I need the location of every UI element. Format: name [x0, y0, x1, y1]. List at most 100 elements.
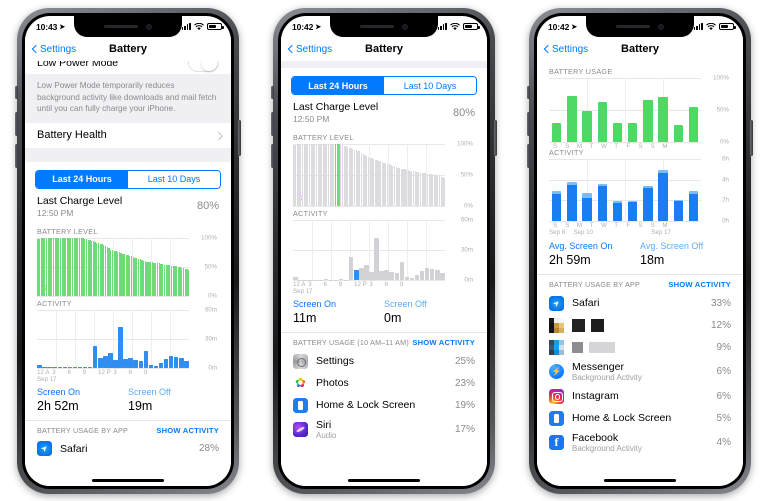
- activity-bar[interactable]: [424, 268, 430, 280]
- activity-chart[interactable]: 60m 30m 0m 12 A 3 6 9 12 P 3 6 9 Sep 17: [293, 217, 475, 295]
- low-power-mode-row[interactable]: Low Power Mode: [25, 61, 231, 74]
- app-usage-row[interactable]: Siri Audio 17%: [281, 416, 487, 443]
- volume-down-button[interactable]: [527, 144, 530, 168]
- app-usage-row[interactable]: Photos 23%: [281, 372, 487, 394]
- app-usage-row[interactable]: 12%: [537, 314, 743, 336]
- app-usage-row[interactable]: Home & Lock Screen 5%: [537, 407, 743, 429]
- show-activity-button[interactable]: SHOW ACTIVITY: [156, 426, 219, 435]
- app-usage-row[interactable]: Home & Lock Screen 19%: [281, 394, 487, 416]
- activity-bar[interactable]: [123, 359, 128, 368]
- activity-bar[interactable]: [184, 361, 189, 368]
- bar-slot[interactable]: [640, 78, 655, 142]
- activity-bar[interactable]: [118, 327, 123, 368]
- bar-slot[interactable]: [671, 78, 686, 142]
- volume-up-button[interactable]: [527, 112, 530, 136]
- app-usage-row[interactable]: Safari 28%: [25, 437, 231, 460]
- bar-slot[interactable]: [671, 159, 686, 221]
- bar-slot[interactable]: [579, 78, 594, 142]
- activity-bar[interactable]: [173, 357, 179, 368]
- activity-bar[interactable]: [369, 272, 374, 280]
- activity-bar[interactable]: [394, 273, 400, 280]
- activity-bar[interactable]: [133, 360, 138, 368]
- activity-bar[interactable]: [163, 359, 169, 368]
- home-indicator[interactable]: [348, 479, 420, 482]
- app-usage-row[interactable]: FacebookBackground Activity4%: [537, 429, 743, 456]
- activity-bar[interactable]: [354, 270, 359, 280]
- bar-slot[interactable]: [610, 78, 625, 142]
- activity-bar[interactable]: [399, 262, 405, 280]
- activity-bar[interactable]: [419, 271, 425, 280]
- activity-bar[interactable]: [389, 272, 394, 280]
- activity-bar[interactable]: [143, 350, 149, 368]
- activity-bar[interactable]: [364, 265, 369, 280]
- mute-switch[interactable]: [527, 86, 530, 99]
- activity-bar[interactable]: [138, 361, 144, 368]
- activity-bar[interactable]: [158, 363, 164, 368]
- bar-slot[interactable]: [640, 159, 655, 221]
- mute-switch[interactable]: [271, 86, 274, 99]
- activity-bar[interactable]: [113, 360, 118, 368]
- activity-bar[interactable]: [359, 268, 364, 280]
- show-activity-button[interactable]: SHOW ACTIVITY: [668, 280, 731, 289]
- bar-slot[interactable]: [686, 159, 701, 221]
- segment-last-24-hours[interactable]: Last 24 Hours: [292, 77, 384, 94]
- bar-slot[interactable]: [655, 78, 670, 142]
- power-button[interactable]: [750, 120, 753, 156]
- activity-bar[interactable]: [92, 345, 98, 368]
- activity-bar[interactable]: [128, 358, 133, 368]
- bar-slot[interactable]: [625, 78, 640, 142]
- activity-bar[interactable]: [414, 275, 420, 280]
- bar-slot[interactable]: [610, 159, 625, 221]
- volume-up-button[interactable]: [15, 112, 18, 136]
- bar-slot[interactable]: [595, 78, 610, 142]
- app-usage-row[interactable]: MessengerBackground Activity6%: [537, 358, 743, 385]
- show-activity-button[interactable]: SHOW ACTIVITY: [412, 338, 475, 347]
- activity-bar[interactable]: [179, 358, 184, 368]
- activity-bar[interactable]: [440, 273, 445, 280]
- bar-slot[interactable]: [655, 159, 670, 221]
- power-button[interactable]: [238, 120, 241, 156]
- home-indicator[interactable]: [92, 479, 164, 482]
- range-segmented-control[interactable]: Last 24 Hours Last 10 Days: [291, 76, 477, 95]
- battery-level-chart[interactable]: 100%50%0%⚡: [37, 234, 219, 299]
- segment-last-24-hours[interactable]: Last 24 Hours: [36, 170, 128, 188]
- bar-slot[interactable]: [564, 78, 579, 142]
- bar-slot[interactable]: [549, 159, 564, 221]
- low-power-mode-toggle[interactable]: [188, 61, 219, 72]
- home-indicator[interactable]: [604, 479, 676, 482]
- power-button[interactable]: [494, 120, 497, 156]
- battery-level-chart[interactable]: 100%50%0%⚡: [293, 141, 475, 210]
- bar-slot[interactable]: [595, 159, 610, 221]
- segment-last-10-days[interactable]: Last 10 Days: [384, 77, 476, 94]
- activity-bar[interactable]: [98, 358, 103, 368]
- activity-bar[interactable]: [108, 353, 113, 368]
- segment-last-10-days[interactable]: Last 10 Days: [128, 170, 220, 188]
- battery-usage-chart[interactable]: 100% 50% 0% S S M T W T F S S M: [549, 75, 731, 150]
- y-axis-tick: 50%: [204, 263, 217, 271]
- activity-bar[interactable]: [168, 356, 174, 368]
- mute-switch[interactable]: [15, 86, 18, 99]
- activity-chart[interactable]: 60m 30m 0m 12 A 3 6 9 12 P 3 6 9 Sep 17: [37, 306, 219, 383]
- bar-slot[interactable]: [686, 78, 701, 142]
- activity-bar[interactable]: [429, 269, 435, 280]
- battery-health-row[interactable]: Battery Health: [25, 122, 231, 148]
- volume-down-button[interactable]: [15, 144, 18, 168]
- activity-chart[interactable]: 6h 4h 2h 0h S S M T W T F S S M Sep 8 Sep 10 Sep 17: [549, 156, 731, 236]
- app-usage-row[interactable]: Settings 25%: [281, 350, 487, 372]
- activity-bar[interactable]: [348, 257, 354, 280]
- bar-slot[interactable]: [579, 159, 594, 221]
- activity-bar[interactable]: [379, 271, 384, 280]
- activity-bar[interactable]: [435, 270, 440, 280]
- volume-up-button[interactable]: [271, 112, 274, 136]
- volume-down-button[interactable]: [271, 144, 274, 168]
- app-usage-row[interactable]: Instagram 6%: [537, 385, 743, 407]
- app-usage-row[interactable]: Safari 33%: [537, 292, 743, 314]
- bar-slot[interactable]: [625, 159, 640, 221]
- range-segmented-control[interactable]: Last 24 Hours Last 10 Days: [35, 169, 221, 189]
- bar-slot[interactable]: [564, 159, 579, 221]
- bar-slot[interactable]: [549, 78, 564, 142]
- app-usage-row[interactable]: 9%: [537, 336, 743, 358]
- activity-bar[interactable]: [384, 270, 389, 280]
- activity-bar[interactable]: [374, 238, 379, 280]
- activity-bar[interactable]: [103, 356, 108, 368]
